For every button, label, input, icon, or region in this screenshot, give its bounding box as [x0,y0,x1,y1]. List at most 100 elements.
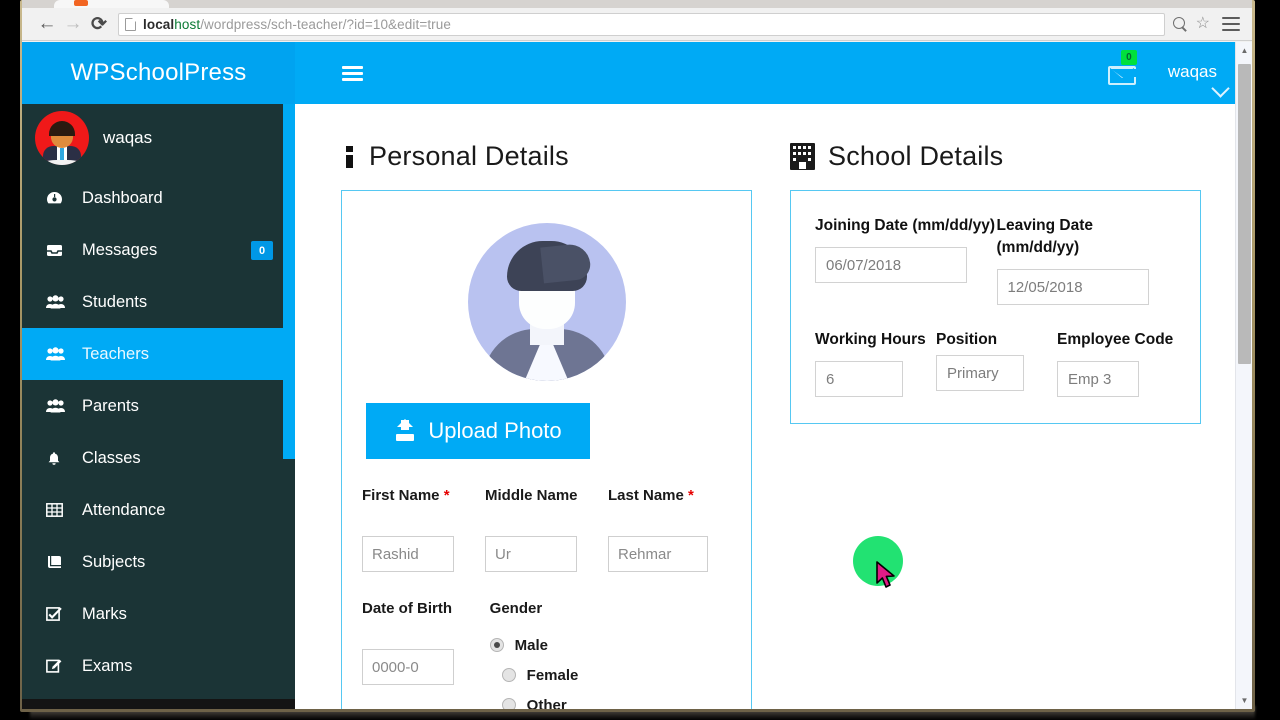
browser-tab[interactable] [54,0,169,8]
first-name-field: First Name * [362,485,485,572]
wpschoolpress-app: WPSchoolPress 0 waqas waqas Dashboard Me… [22,42,1235,709]
app-brand[interactable]: WPSchoolPress [22,42,295,104]
gender-radio-group: Male Female Other [490,628,717,709]
sidebar-item-subjects[interactable]: Subjects [22,536,295,588]
sidebar-toggle-icon[interactable] [342,66,363,81]
address-bar-url: localhost/wordpress/sch-teacher/?id=10&e… [143,17,451,32]
envelope-icon [1108,66,1136,85]
scroll-down-arrow[interactable]: ▼ [1236,692,1252,709]
last-name-label-text: Last Name [608,487,684,504]
last-name-field: Last Name * [608,485,731,572]
employee-code-label: Employee Code [1057,329,1178,351]
last-name-input[interactable] [608,536,708,572]
dates-row: Joining Date (mm/dd/yy) Leaving Date (mm… [815,215,1178,305]
middle-name-input[interactable] [485,536,577,572]
middle-name-field: Middle Name [485,485,608,572]
gender-option-male[interactable]: Male [490,630,717,660]
school-details-heading: School Details [790,138,1201,174]
sidebar-item-parents[interactable]: Parents [22,380,295,432]
dob-input[interactable] [362,649,454,685]
dob-label: Date of Birth [362,598,476,640]
sidebar-scrollbar-thumb[interactable] [283,104,295,459]
school-details-panel: Joining Date (mm/dd/yy) Leaving Date (mm… [790,190,1201,424]
content-area: Personal Details Upload Photo First Name… [295,104,1235,709]
employee-code-input[interactable] [1057,361,1139,397]
group-icon [46,399,70,413]
messages-badge: 0 [1121,50,1137,65]
topbar-username[interactable]: waqas [1168,62,1217,84]
url-path: /wordpress/sch-teacher/?id=10&edit=true [200,17,451,32]
bell-icon [46,451,70,466]
sidebar-user-name: waqas [103,128,152,148]
position-field: Position [936,329,1057,397]
info-icon [344,143,356,170]
radio-icon[interactable] [502,668,516,682]
school-details-title: School Details [828,141,1003,172]
sidebar-item-exams[interactable]: Exams [22,640,295,692]
name-fields-row: First Name * Middle Name Last Name * [362,485,731,572]
dob-gender-row: Date of Birth Gender Male [362,598,731,709]
browser-menu-icon[interactable] [1222,17,1240,31]
first-name-input[interactable] [362,536,454,572]
page-scrollbar-thumb[interactable] [1238,64,1251,364]
employment-row: Working Hours Position Employee Code [815,329,1178,397]
leaving-date-input[interactable] [997,269,1149,305]
bookmark-star-icon[interactable]: ☆ [1196,16,1210,32]
sidebar-item-label: Attendance [82,501,165,520]
sidebar-item-teachers[interactable]: Teachers [22,328,295,380]
personal-details-heading: Personal Details [341,138,752,174]
sidebar-item-dashboard[interactable]: Dashboard [22,172,295,224]
gender-label: Gender [490,598,717,619]
browser-toolbar: ← → ⟳ localhost/wordpress/sch-teacher/?i… [22,8,1252,41]
topbar-right: 0 waqas [1108,42,1217,104]
gender-option-label: Other [527,697,567,710]
page-scrollbar[interactable]: ▲ ▼ [1235,42,1252,709]
url-host-part-2: host [174,17,200,32]
sidebar-item-label: Teachers [82,345,149,364]
sidebar-item-messages[interactable]: Messages 0 [22,224,295,276]
last-name-label: Last Name * [608,485,717,527]
sidebar-item-attendance[interactable]: Attendance [22,484,295,536]
required-marker: * [444,487,450,504]
address-bar[interactable]: localhost/wordpress/sch-teacher/?id=10&e… [118,13,1165,36]
sidebar-user[interactable]: waqas [22,104,295,172]
upload-photo-button[interactable]: Upload Photo [366,403,590,459]
sidebar-item-label: Classes [82,449,141,468]
gender-option-other[interactable]: Other [490,690,717,709]
sidebar-item-students[interactable]: Students [22,276,295,328]
position-input[interactable] [936,355,1024,391]
edit-icon [46,659,70,673]
working-hours-field: Working Hours [815,329,936,397]
required-marker: * [688,487,694,504]
dob-field: Date of Birth [362,598,490,709]
back-button[interactable]: ← [34,11,60,37]
mouse-cursor [875,561,897,589]
messages-icon-button[interactable]: 0 [1108,58,1138,88]
radio-icon[interactable] [502,698,516,709]
joining-date-label: Joining Date (mm/dd/yy) [815,215,997,237]
group-icon [46,295,70,309]
employee-code-field: Employee Code [1057,329,1178,397]
position-label: Position [936,329,1057,351]
personal-details-panel: Upload Photo First Name * Middle Name [341,190,752,709]
sidebar-item-marks[interactable]: Marks [22,588,295,640]
radio-icon[interactable] [490,638,504,652]
gender-field: Gender Male Female Other [490,598,731,709]
sidebar-item-label: Dashboard [82,189,163,208]
zoom-search-icon[interactable] [1173,17,1188,32]
building-icon [790,143,815,170]
joining-date-input[interactable] [815,247,967,283]
joining-date-field: Joining Date (mm/dd/yy) [815,215,997,305]
forward-button[interactable]: → [60,11,86,37]
inbox-icon [46,243,70,258]
working-hours-input[interactable] [815,361,903,397]
middle-name-label: Middle Name [485,485,594,527]
sidebar-scrollbar[interactable] [283,104,295,709]
gender-option-female[interactable]: Female [490,660,717,690]
sidebar-item-label: Subjects [82,553,145,572]
sidebar-item-classes[interactable]: Classes [22,432,295,484]
sidebar: waqas Dashboard Messages 0 Students Teac… [22,104,295,709]
sidebar-bottom-strip [22,699,295,709]
scroll-up-arrow[interactable]: ▲ [1236,42,1252,59]
reload-button[interactable]: ⟳ [86,11,112,37]
